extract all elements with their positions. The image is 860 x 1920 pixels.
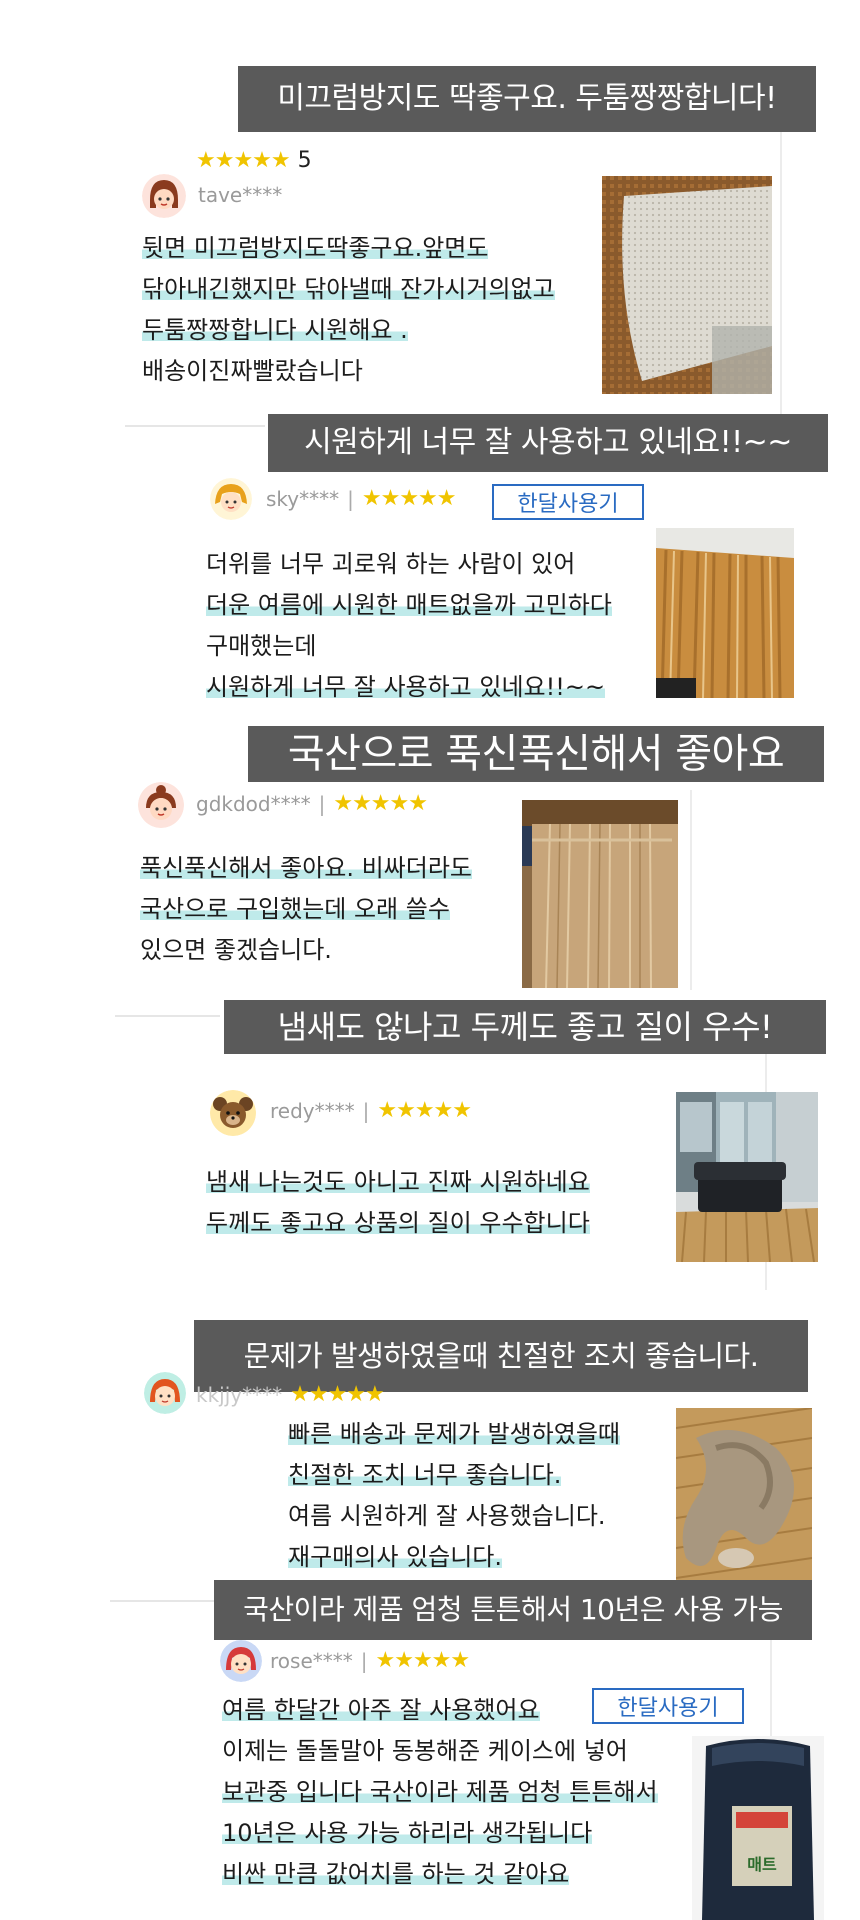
review-line: 두툼짱짱합니다 시원해요 .	[142, 316, 408, 344]
review-line: 구매했는데	[206, 632, 317, 660]
review-headline: 국산이라 제품 엄청 튼튼해서 10년은 사용 가능	[214, 1580, 812, 1640]
divider	[110, 1600, 215, 1602]
review-headline: 시원하게 너무 잘 사용하고 있네요!!~~	[268, 414, 828, 472]
review-line: 더운 여름에 시원한 매트없을까 고민하다	[206, 591, 612, 619]
review-line: 닦아내긴했지만 닦아낼때 잔가시거의없고	[142, 275, 555, 303]
username: sky****	[266, 486, 340, 511]
user-row: kkjjy**** ★★★★★	[196, 1382, 385, 1407]
user-row: tave****	[198, 183, 282, 207]
avatar	[210, 1090, 256, 1136]
username: redy****	[270, 1098, 355, 1123]
avatar	[220, 1640, 262, 1682]
username: gdkdod****	[196, 791, 311, 816]
review-photo	[522, 800, 678, 988]
divider	[780, 130, 782, 420]
separator: |	[318, 791, 326, 816]
review-line: 재구매의사 있습니다.	[288, 1543, 502, 1571]
review-line: 빠른 배송과 문제가 발생하였을때	[288, 1420, 621, 1448]
review-photo	[602, 176, 772, 394]
monthly-review-badge: 한달사용기	[492, 484, 644, 520]
divider	[115, 1015, 220, 1017]
review-body: 더위를 너무 괴로워 하는 사람이 있어 더운 여름에 시원한 매트없을까 고민…	[206, 544, 612, 708]
star-rating: ★★★★★	[333, 791, 428, 816]
review-photo	[656, 528, 794, 698]
review-headline: 국산으로 푹신푹신해서 좋아요	[248, 726, 824, 782]
review-body: 빠른 배송과 문제가 발생하였을때 친절한 조치 너무 좋습니다. 여름 시원하…	[288, 1414, 621, 1578]
review-line: 더위를 너무 괴로워 하는 사람이 있어	[206, 550, 576, 578]
separator: |	[362, 1098, 370, 1123]
review-line: 냄새 나는것도 아니고 진짜 시원하네요	[206, 1168, 590, 1196]
review-photo	[676, 1408, 812, 1580]
review-line: 여름 한달간 아주 잘 사용했어요	[222, 1696, 540, 1724]
separator: |	[347, 486, 354, 511]
divider	[690, 790, 692, 990]
review-headline: 미끄럼방지도 딱좋구요. 두툼짱짱합니다!	[238, 66, 816, 132]
review-photo	[676, 1092, 818, 1262]
review-body: 푹신푹신해서 좋아요. 비싸더라도 국산으로 구입했는데 오래 쓸수 있으면 좋…	[140, 848, 473, 971]
review-body: 여름 한달간 아주 잘 사용했어요 이제는 돌돌말아 동봉해준 케이스에 넣어 …	[222, 1690, 658, 1895]
review-body: 뒷면 미끄럼방지도딱좋구요.앞면도 닦아내긴했지만 닦아낼때 잔가시거의없고 두…	[142, 228, 555, 392]
rating-score: 5	[297, 148, 312, 173]
review-line: 10년은 사용 가능 하리라 생각됩니다	[222, 1819, 593, 1847]
star-rating: ★★★★★	[361, 486, 457, 511]
star-rating: ★★★★★	[377, 1098, 472, 1123]
review-body: 냄새 나는것도 아니고 진짜 시원하네요 두께도 좋고요 상품의 질이 우수합니…	[206, 1162, 590, 1244]
review-line: 푹신푹신해서 좋아요. 비싸더라도	[140, 854, 473, 882]
review-line: 뒷면 미끄럼방지도딱좋구요.앞면도	[142, 234, 489, 262]
package-label: 매트	[747, 1855, 777, 1874]
review-line: 두께도 좋고요 상품의 질이 우수합니다	[206, 1209, 590, 1237]
review-line: 배송이진짜빨랐습니다	[142, 357, 363, 385]
divider	[125, 425, 265, 427]
review-line: 이제는 돌돌말아 동봉해준 케이스에 넣어	[222, 1737, 628, 1765]
review-headline: 냄새도 않나고 두께도 좋고 질이 우수!	[224, 1000, 826, 1054]
review-line: 시원하게 너무 잘 사용하고 있네요!!~~	[206, 673, 606, 701]
avatar	[142, 174, 186, 218]
review-line: 있으면 좋겠습니다.	[140, 936, 332, 964]
user-row: rose**** | ★★★★★	[270, 1648, 471, 1673]
separator: |	[360, 1648, 368, 1673]
review-line: 친절한 조치 너무 좋습니다.	[288, 1461, 562, 1489]
avatar	[138, 782, 184, 828]
review-line: 비싼 만큼 값어치를 하는 것 같아요	[222, 1860, 570, 1888]
review-line: 국산으로 구입했는데 오래 쓸수	[140, 895, 450, 923]
star-rating: ★★★★★	[290, 1382, 385, 1407]
username: tave****	[198, 183, 283, 207]
rating-row: ★★★★★ 5	[196, 148, 312, 173]
divider	[770, 1640, 772, 1740]
username: rose****	[270, 1648, 353, 1673]
user-row: gdkdod**** | ★★★★★	[196, 791, 428, 816]
user-row: sky**** | ★★★★★	[266, 486, 456, 511]
username: kkjjy****	[196, 1382, 283, 1407]
star-rating: ★★★★★	[196, 148, 291, 173]
review-photo: 매트	[692, 1736, 824, 1920]
star-rating: ★★★★★	[375, 1648, 471, 1673]
user-row: redy**** | ★★★★★	[270, 1098, 472, 1123]
review-line: 여름 시원하게 잘 사용했습니다.	[288, 1502, 606, 1530]
review-line: 보관중 입니다 국산이라 제품 엄청 튼튼해서	[222, 1778, 658, 1806]
avatar	[144, 1372, 186, 1414]
avatar	[210, 478, 252, 520]
